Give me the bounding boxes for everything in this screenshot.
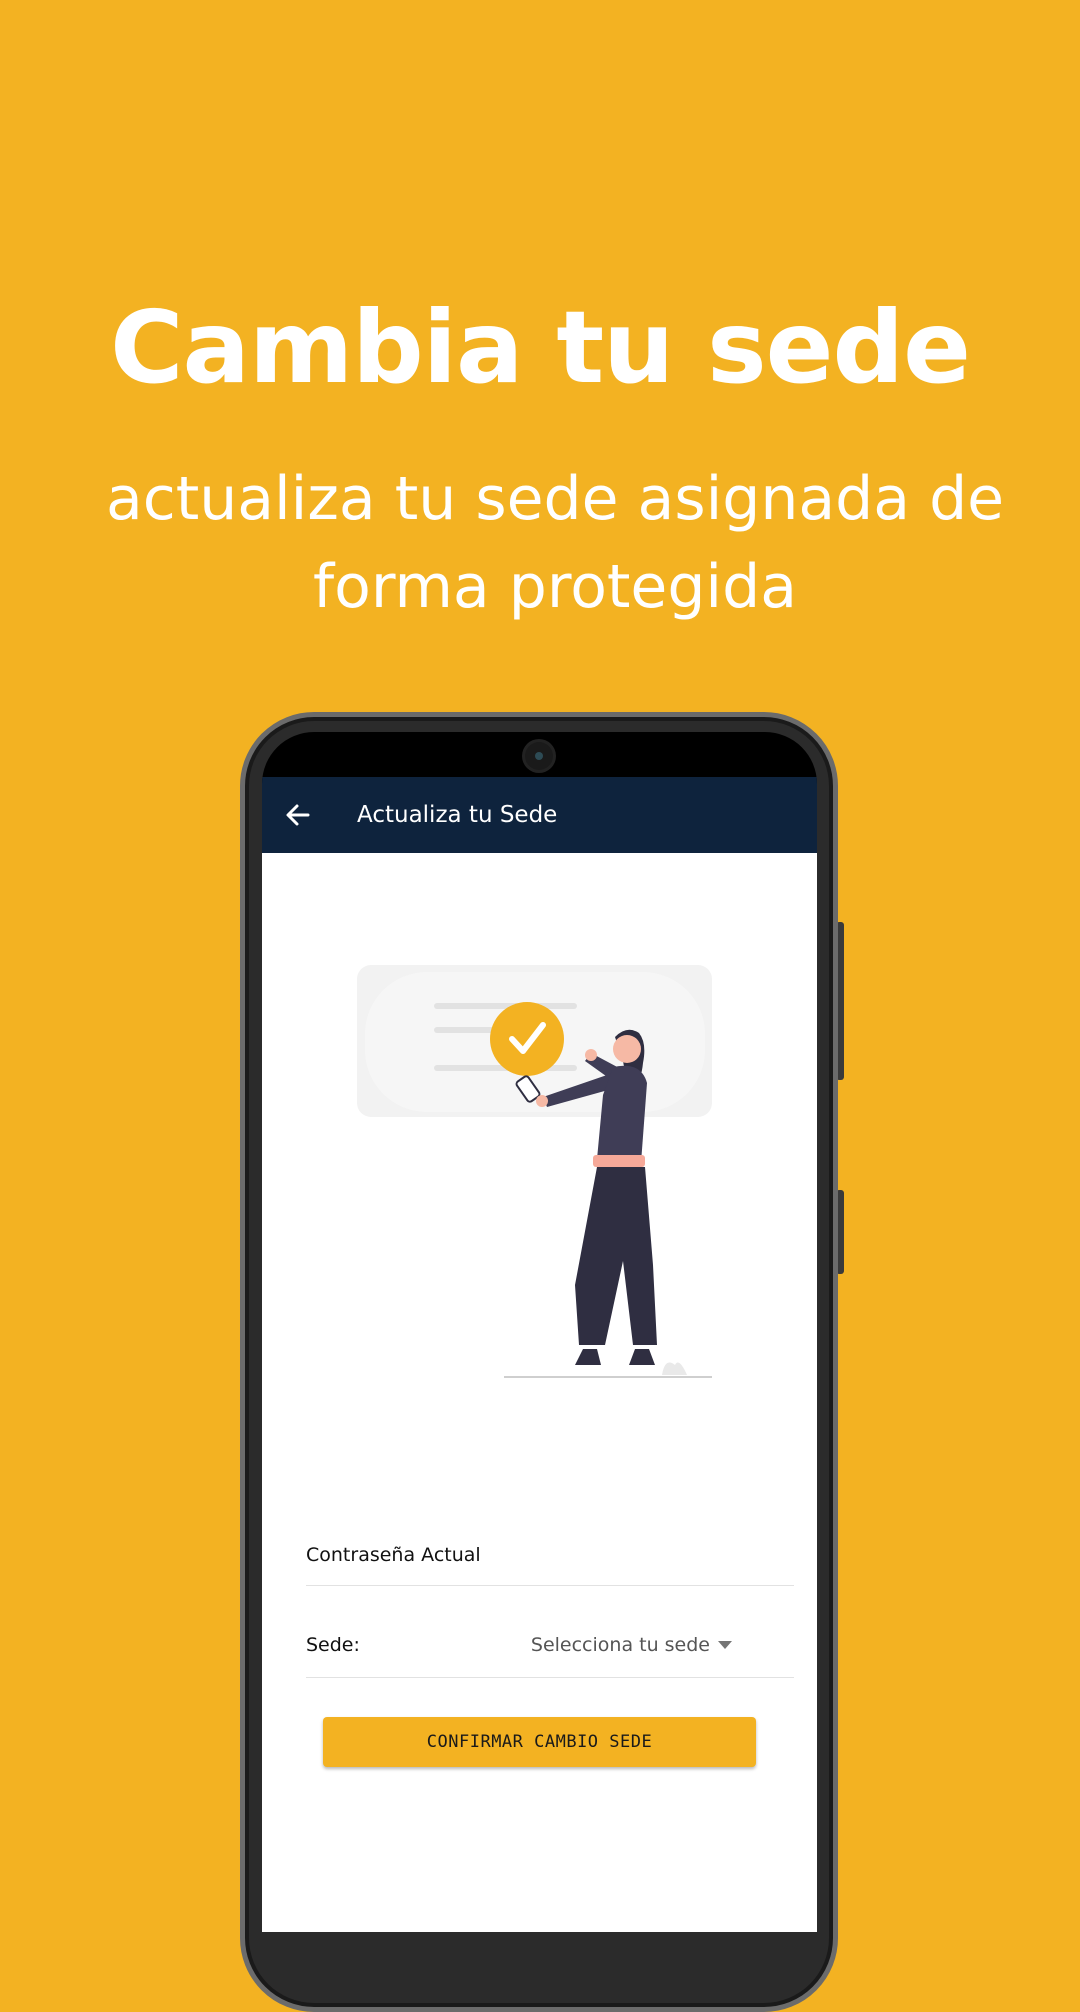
promo-headline: Cambia tu sede (110, 289, 971, 406)
app-bar-title: Actualiza tu Sede (357, 802, 558, 828)
arrow-left-icon[interactable] (280, 797, 316, 833)
camera-icon (525, 742, 553, 770)
confirmation-illustration (357, 965, 712, 1378)
phone-screen: Actualiza tu Sede Contraseña Actual Sede… (262, 732, 817, 1932)
caret-down-icon (718, 1641, 732, 1649)
sede-field: Sede: Selecciona tu sede (306, 1633, 794, 1678)
confirm-change-button[interactable]: CONFIRMAR CAMBIO SEDE (323, 1717, 756, 1767)
content-area: Contraseña Actual Sede: Selecciona tu se… (262, 853, 817, 1932)
sede-dropdown[interactable]: Selecciona tu sede (531, 1633, 732, 1657)
promo-subheadline: actualiza tu sede asignada de forma prot… (105, 464, 1005, 622)
sede-label: Sede: (306, 1634, 360, 1656)
app-bar: Actualiza tu Sede (262, 777, 817, 853)
sede-dropdown-value: Selecciona tu sede (530, 1634, 710, 1656)
current-password-label: Contraseña Actual (306, 1544, 481, 1566)
current-password-field[interactable]: Contraseña Actual (306, 1543, 794, 1586)
